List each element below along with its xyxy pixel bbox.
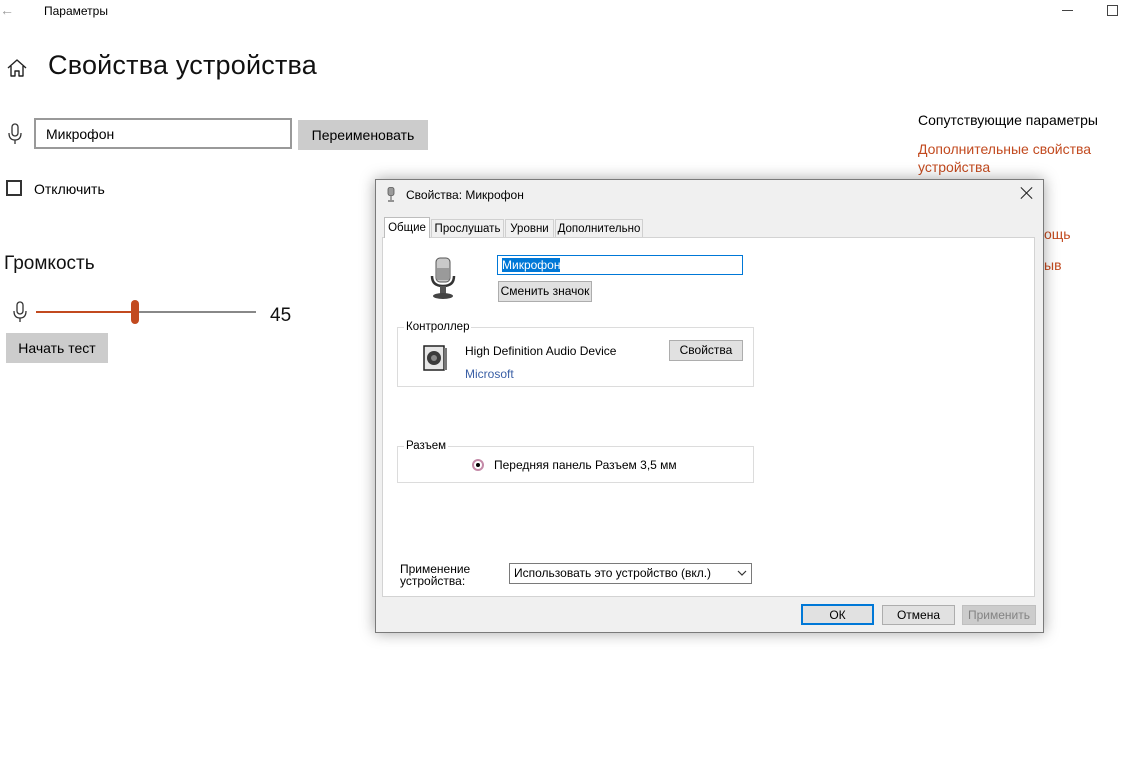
chevron-down-icon <box>737 570 747 576</box>
volume-slider-fill <box>36 311 135 313</box>
dialog-device-name-input[interactable]: Микрофон <box>497 255 743 275</box>
maximize-icon[interactable] <box>1107 5 1118 16</box>
tab-general[interactable]: Общие <box>384 217 430 238</box>
cancel-button[interactable]: Отмена <box>882 605 955 625</box>
controller-device-name: High Definition Audio Device <box>465 344 617 358</box>
disable-checkbox[interactable] <box>6 180 22 196</box>
device-usage-select[interactable]: Использовать это устройство (вкл.) <box>509 563 752 584</box>
controller-vendor: Microsoft <box>465 367 514 381</box>
back-arrow-icon[interactable]: ← <box>0 2 16 18</box>
tab-listen[interactable]: Прослушать <box>431 219 504 237</box>
microphone-device-icon <box>430 257 456 299</box>
usage-label: Применение устройства: <box>400 563 470 587</box>
page-title: Свойства устройства <box>48 50 317 80</box>
tab-levels[interactable]: Уровни <box>505 219 554 237</box>
controller-group-label: Контроллер <box>404 321 472 333</box>
change-icon-button[interactable]: Сменить значок <box>498 281 592 302</box>
ok-button[interactable]: ОК <box>801 604 874 625</box>
usage-label-line-2: устройства: <box>400 574 466 588</box>
tab-advanced[interactable]: Дополнительно <box>555 219 643 237</box>
microphone-icon <box>13 301 27 322</box>
app-title: Параметры <box>44 4 108 18</box>
device-name-input[interactable] <box>34 118 292 149</box>
properties-dialog: Свойства: Микрофон Общие Прослушать Уров… <box>375 179 1044 633</box>
link-line-1: Дополнительные свойства <box>918 141 1092 157</box>
jack-pink-indicator-icon <box>472 459 484 471</box>
controller-properties-button[interactable]: Свойства <box>669 340 743 361</box>
jack-group-label: Разъем <box>404 440 449 452</box>
close-icon[interactable] <box>1020 186 1034 200</box>
device-usage-selected: Использовать это устройство (вкл.) <box>514 566 712 580</box>
volume-value: 45 <box>270 305 292 326</box>
feedback-link-partial[interactable]: ыв <box>1044 256 1062 274</box>
help-link-partial[interactable]: ощь <box>1044 225 1071 243</box>
related-settings-title: Сопутствующие параметры <box>918 112 1098 128</box>
microphone-icon <box>8 123 22 144</box>
home-icon[interactable] <box>6 57 28 79</box>
disable-label: Отключить <box>34 181 105 197</box>
link-line-2: устройства <box>918 159 991 175</box>
apply-button[interactable]: Применить <box>962 605 1036 625</box>
microphone-icon <box>387 187 395 202</box>
start-test-button[interactable]: Начать тест <box>6 333 108 363</box>
additional-device-properties-link[interactable]: Дополнительные свойства устройства <box>918 140 1091 176</box>
audio-device-icon <box>423 345 447 371</box>
volume-slider-thumb[interactable] <box>131 300 139 324</box>
jack-location: Передняя панель Разъем 3,5 мм <box>494 458 677 472</box>
minimize-icon[interactable] <box>1062 0 1076 20</box>
rename-button[interactable]: Переименовать <box>298 120 428 150</box>
tab-panel-general <box>382 237 1035 597</box>
volume-heading: Громкость <box>4 253 95 274</box>
selected-name-text: Микрофон <box>502 258 561 272</box>
dialog-title: Свойства: Микрофон <box>406 188 524 202</box>
